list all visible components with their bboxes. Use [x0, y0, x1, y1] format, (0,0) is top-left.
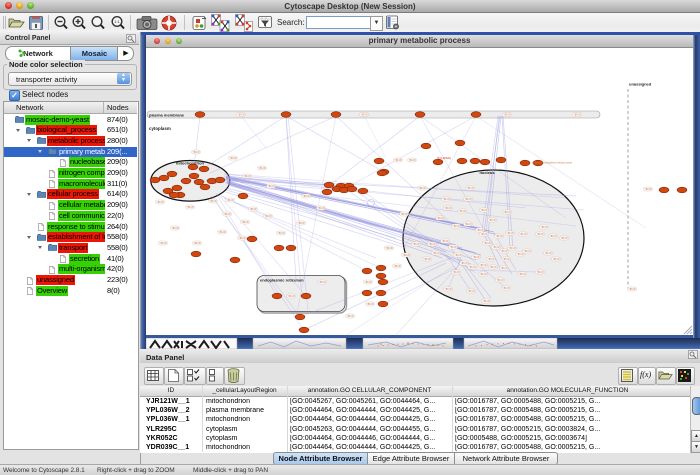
- svg-text:YBR-08: YBR-08: [443, 197, 450, 201]
- svg-text:YBR-08: YBR-08: [303, 194, 310, 198]
- svg-text:YBR-08: YBR-08: [187, 205, 194, 209]
- svg-text:YBR-08: YBR-08: [520, 232, 527, 236]
- svg-text:1:1: 1:1: [114, 19, 120, 24]
- svg-text:YBR-08: YBR-08: [157, 200, 164, 204]
- svg-text:YBR-08: YBR-08: [367, 302, 374, 306]
- svg-text:YBR-08: YBR-08: [503, 257, 510, 261]
- svg-text:YBR-08: YBR-08: [465, 197, 472, 201]
- svg-text:YBR-08: YBR-08: [259, 166, 266, 170]
- svg-text:YBR-08: YBR-08: [477, 228, 484, 232]
- svg-text:YBR-08: YBR-08: [473, 255, 480, 259]
- svg-text:YBR-08: YBR-08: [172, 226, 179, 230]
- svg-text:YBR-08: YBR-08: [497, 278, 504, 282]
- svg-text:YBR-08: YBR-08: [450, 245, 457, 249]
- svg-text:unassigned: unassigned: [629, 82, 652, 87]
- svg-text:YBR-08: YBR-08: [230, 156, 237, 160]
- svg-text:endoplasmic reticulum: endoplasmic reticulum: [260, 278, 304, 283]
- svg-text:YBR-08: YBR-08: [504, 113, 511, 117]
- svg-text:YBR-08: YBR-08: [224, 212, 231, 216]
- svg-text:[5,6-RING]: [5,6-RING]: [437, 156, 451, 160]
- svg-text:YBR-08: YBR-08: [524, 249, 531, 253]
- svg-text:YBR-08: YBR-08: [574, 113, 581, 117]
- svg-text:YBR-08: YBR-08: [394, 264, 401, 268]
- svg-text:YBR-08: YBR-08: [298, 221, 305, 225]
- svg-text:YBR-08: YBR-08: [227, 198, 234, 202]
- svg-text:YBR-08: YBR-08: [501, 266, 508, 270]
- svg-text:YBR-08: YBR-08: [545, 251, 552, 255]
- svg-text:YBR-08: YBR-08: [242, 220, 249, 224]
- svg-text:YBR-08: YBR-08: [561, 236, 568, 240]
- svg-text:YBR-08: YBR-08: [629, 287, 636, 291]
- svg-text:YBR-08: YBR-08: [453, 270, 460, 274]
- svg-text:YBR-08: YBR-08: [361, 113, 368, 117]
- svg-text:YBR-08: YBR-08: [401, 212, 408, 216]
- svg-text:YBR-08: YBR-08: [519, 272, 526, 276]
- svg-text:YBR-08: YBR-08: [219, 230, 226, 234]
- svg-text:YBR-08: YBR-08: [453, 224, 460, 228]
- svg-text:YBR-08: YBR-08: [480, 263, 487, 267]
- svg-text:plasma membrane: plasma membrane: [149, 113, 185, 118]
- svg-text:YBR-08: YBR-08: [469, 265, 476, 269]
- svg-text:YBR-08: YBR-08: [365, 280, 372, 284]
- svg-text:YBR-08: YBR-08: [210, 199, 217, 203]
- svg-text:YBR-08: YBR-08: [433, 251, 440, 255]
- svg-text:YBR-08: YBR-08: [429, 242, 436, 246]
- svg-text:YBR-08: YBR-08: [490, 265, 497, 269]
- svg-text:YBR-08: YBR-08: [319, 280, 326, 284]
- svg-text:YBR-08: YBR-08: [347, 314, 354, 318]
- svg-text:YBR-08: YBR-08: [395, 158, 402, 162]
- svg-text:YBR-08: YBR-08: [437, 216, 444, 220]
- svg-text:YBR-08: YBR-08: [503, 286, 510, 290]
- svg-text:YBR-08: YBR-08: [553, 257, 560, 261]
- svg-text:YBR-08: YBR-08: [461, 261, 468, 265]
- svg-text:YBR-08: YBR-08: [445, 287, 452, 291]
- svg-text:YBR-08: YBR-08: [409, 158, 416, 162]
- svg-text:YBR-08: YBR-08: [459, 209, 466, 213]
- svg-text:YBR-08: YBR-08: [442, 239, 449, 243]
- svg-text:YBR-08: YBR-08: [501, 249, 508, 253]
- svg-text:YBR-08: YBR-08: [493, 245, 500, 249]
- svg-text:YBR-08: YBR-08: [484, 241, 491, 245]
- svg-text:YBR-08: YBR-08: [268, 184, 275, 188]
- svg-text:YBR-08: YBR-08: [468, 289, 475, 293]
- svg-text:YBR-08: YBR-08: [403, 253, 410, 257]
- svg-text:YBR-08: YBR-08: [244, 174, 251, 178]
- svg-text:YBR-08: YBR-08: [481, 208, 488, 212]
- svg-text:YBR-08: YBR-08: [278, 231, 285, 235]
- svg-text:YBR-08: YBR-08: [265, 214, 272, 218]
- svg-text:YBR-08: YBR-08: [550, 234, 557, 238]
- svg-text:YBR-08: YBR-08: [488, 257, 495, 261]
- svg-text:YBR-08: YBR-08: [467, 186, 474, 190]
- svg-text:YBR-08: YBR-08: [419, 186, 426, 190]
- svg-text:YBR-08: YBR-08: [480, 272, 487, 276]
- svg-text:YBR-08: YBR-08: [386, 246, 393, 250]
- svg-text:YBR-08: YBR-08: [424, 257, 431, 261]
- svg-text:nucleus: nucleus: [479, 170, 495, 175]
- svg-text:YBR-08: YBR-08: [318, 206, 325, 210]
- svg-text:YBR-08: YBR-08: [489, 218, 496, 222]
- svg-text:YBR-08: YBR-08: [238, 113, 245, 117]
- svg-text:YBR-08: YBR-08: [541, 225, 548, 229]
- svg-text:YBR-08: YBR-08: [504, 210, 511, 214]
- svg-text:YBR-08: YBR-08: [413, 242, 420, 246]
- svg-text:mitochondrion;endoplasmic reti: mitochondrion;endoplasmic reticulum;nucl…: [532, 161, 573, 165]
- svg-text:YBR-08: YBR-08: [455, 253, 462, 257]
- svg-text:YBR-08: YBR-08: [496, 234, 503, 238]
- svg-text:YBR-08: YBR-08: [239, 236, 246, 240]
- svg-text:YBR-08: YBR-08: [445, 206, 452, 210]
- svg-text:YBR-08: YBR-08: [465, 222, 472, 226]
- svg-text:YBR-08: YBR-08: [193, 150, 200, 154]
- svg-text:YBR-08: YBR-08: [537, 232, 544, 236]
- svg-text:YBR-08: YBR-08: [250, 207, 257, 211]
- svg-text:YBR-08: YBR-08: [483, 299, 490, 303]
- svg-text:YBR-08: YBR-08: [288, 294, 295, 298]
- svg-text:YBR-08: YBR-08: [160, 241, 167, 245]
- svg-text:YBR-08: YBR-08: [537, 270, 544, 274]
- svg-text:YBR-08: YBR-08: [645, 187, 652, 191]
- svg-text:YBR-08: YBR-08: [481, 232, 488, 236]
- svg-text:cytoplasm: cytoplasm: [149, 126, 171, 131]
- svg-text:YBR-08: YBR-08: [194, 241, 201, 245]
- svg-text:YBR-08: YBR-08: [509, 246, 516, 250]
- svg-text:YBR-08: YBR-08: [507, 231, 514, 235]
